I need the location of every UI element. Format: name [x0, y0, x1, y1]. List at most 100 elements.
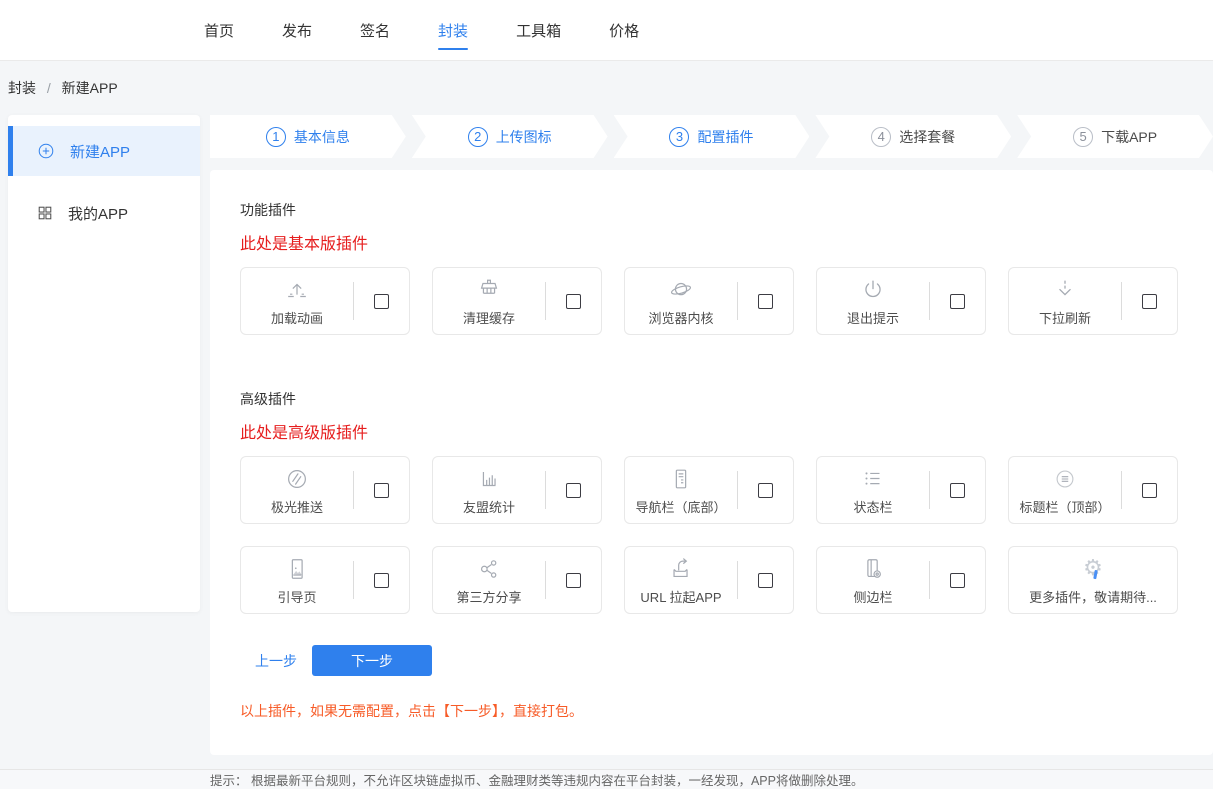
section-note: 此处是基本版插件	[240, 230, 1213, 254]
card-divider	[929, 561, 930, 599]
plugin-card-left: 加载动画	[241, 276, 353, 327]
plugin-card[interactable]: 下拉刷新	[1008, 267, 1178, 335]
plugin-checkbox[interactable]	[566, 483, 581, 498]
plugin-card[interactable]: 清理缓存	[432, 267, 602, 335]
nav-item-toolbox[interactable]: 工具箱	[516, 0, 561, 60]
plugin-checkbox[interactable]	[758, 483, 773, 498]
plugin-card[interactable]: 退出提示	[816, 267, 986, 335]
sidebar-item-new-app[interactable]: 新建APP	[8, 126, 200, 176]
plugin-checkbox[interactable]	[374, 573, 389, 588]
card-divider	[353, 282, 354, 320]
plugin-card[interactable]: 第三方分享	[432, 546, 602, 614]
section-advanced-plugins: 高级插件 此处是高级版插件 极光推送友盟统计导航栏（底部）状态栏标题栏（顶部）引…	[240, 389, 1213, 614]
step-number: 1	[266, 127, 286, 147]
plugin-checkbox[interactable]	[566, 294, 581, 309]
plus-circle-icon	[36, 141, 56, 161]
footer-tip-bar: 提示： 根据最新平台规则，不允许区块链虚拟币、金融理财类等违规内容在平台封装，一…	[0, 769, 1213, 789]
plugin-card-left: ⚙更多插件，敬请期待...	[1009, 555, 1177, 606]
step-basic-info: 1 基本信息	[210, 115, 406, 158]
nav-item-price[interactable]: 价格	[609, 0, 639, 60]
plugin-card-left: 下拉刷新	[1009, 276, 1121, 327]
plugin-card-left: 友盟统计	[433, 465, 545, 516]
plugin-checkbox[interactable]	[1142, 483, 1157, 498]
plugin-card-left: 第三方分享	[433, 555, 545, 606]
plugin-card[interactable]: 导航栏（底部）	[624, 456, 794, 524]
plugin-card[interactable]: 状态栏	[816, 456, 986, 524]
plugin-label: 引导页	[277, 587, 316, 606]
browser-kernel-icon	[668, 276, 694, 304]
navbar-bottom-icon	[668, 465, 694, 493]
plugin-card[interactable]: URL 拉起APP	[624, 546, 794, 614]
plugin-checkbox[interactable]	[950, 294, 965, 309]
grid-icon	[36, 204, 54, 222]
nav-item-publish[interactable]: 发布	[282, 0, 312, 60]
plugin-label: 标题栏（顶部）	[1019, 497, 1110, 516]
plugin-card[interactable]: 极光推送	[240, 456, 410, 524]
card-divider	[737, 282, 738, 320]
card-divider	[545, 282, 546, 320]
plugin-card-left: 状态栏	[817, 465, 929, 516]
plugin-card[interactable]: 加载动画	[240, 267, 410, 335]
plugin-grid-advanced: 极光推送 友盟统计 导航栏（底部） 状态栏标题栏（顶部） 引导页 第三方分享 URL 拉起A…	[240, 456, 1200, 614]
step-label: 选择套餐	[899, 127, 955, 147]
nav-item-sign[interactable]: 签名	[360, 0, 390, 60]
sidebar-item-my-app[interactable]: 我的APP	[8, 188, 200, 238]
section-basic-plugins: 功能插件 此处是基本版插件 加载动画清理缓存浏览器内核退出提示下拉刷新	[240, 200, 1213, 335]
plugin-checkbox[interactable]	[374, 483, 389, 498]
clean-cache-icon	[476, 276, 502, 304]
package-hint-note: 以上插件，如果无需配置，点击【下一步】，直接打包。	[240, 701, 1213, 721]
plugin-card: ⚙更多插件，敬请期待...	[1008, 546, 1178, 614]
card-divider	[545, 471, 546, 509]
pull-refresh-icon	[1052, 276, 1078, 304]
step-select-plan: 4 选择套餐	[815, 115, 1011, 158]
nav-item-home[interactable]: 首页	[204, 0, 234, 60]
step-wizard: 1 基本信息 2 上传图标 3 配置插件 4 选择套餐 5 下载APP	[210, 115, 1213, 158]
plugin-card-left: 退出提示	[817, 276, 929, 327]
card-divider	[353, 561, 354, 599]
plugin-card-left: 标题栏（顶部）	[1009, 465, 1121, 516]
breadcrumb-current: 新建APP	[62, 80, 118, 96]
plugin-checkbox[interactable]	[758, 294, 773, 309]
breadcrumb-section[interactable]: 封装	[8, 80, 36, 96]
plugin-label: 加载动画	[271, 308, 323, 327]
section-title: 高级插件	[240, 389, 1213, 409]
card-divider	[737, 561, 738, 599]
plugin-checkbox[interactable]	[758, 573, 773, 588]
plugin-card-left: 极光推送	[241, 465, 353, 516]
step-label: 配置插件	[697, 127, 753, 147]
plugin-label: 极光推送	[271, 497, 323, 516]
plugin-label: URL 拉起APP	[640, 587, 721, 606]
sidebar: 新建APP 我的APP	[8, 115, 200, 612]
plugin-card[interactable]: 标题栏（顶部）	[1008, 456, 1178, 524]
next-step-button[interactable]: 下一步	[312, 645, 432, 676]
plugin-card-left: 导航栏（底部）	[625, 465, 737, 516]
plugin-checkbox[interactable]	[1142, 294, 1157, 309]
top-navbar: 首页 发布 签名 封装 工具箱 价格	[0, 0, 1213, 61]
plugin-card[interactable]: 侧边栏	[816, 546, 986, 614]
plugin-card-left: URL 拉起APP	[625, 555, 737, 606]
card-divider	[929, 282, 930, 320]
step-download-app: 5 下载APP	[1017, 115, 1213, 158]
step-configure-plugins: 3 配置插件	[614, 115, 810, 158]
gear-icon: ⚙	[1083, 555, 1103, 583]
step-number: 2	[468, 127, 488, 147]
umeng-stats-icon	[476, 465, 502, 493]
loading-animation-icon	[284, 276, 310, 304]
nav-item-package[interactable]: 封装	[438, 0, 468, 60]
card-divider	[545, 561, 546, 599]
plugin-card-left: 浏览器内核	[625, 276, 737, 327]
plugin-checkbox[interactable]	[566, 573, 581, 588]
step-number: 3	[669, 127, 689, 147]
plugin-card[interactable]: 友盟统计	[432, 456, 602, 524]
jpush-icon	[284, 465, 310, 493]
plugin-checkbox[interactable]	[950, 483, 965, 498]
plugin-card[interactable]: 引导页	[240, 546, 410, 614]
step-label: 基本信息	[294, 127, 350, 147]
plugin-checkbox[interactable]	[950, 573, 965, 588]
guide-page-icon	[284, 555, 310, 583]
plugin-checkbox[interactable]	[374, 294, 389, 309]
step-label: 上传图标	[496, 127, 552, 147]
card-divider	[1121, 471, 1122, 509]
plugin-card[interactable]: 浏览器内核	[624, 267, 794, 335]
prev-step-button[interactable]: 上一步	[255, 651, 297, 671]
